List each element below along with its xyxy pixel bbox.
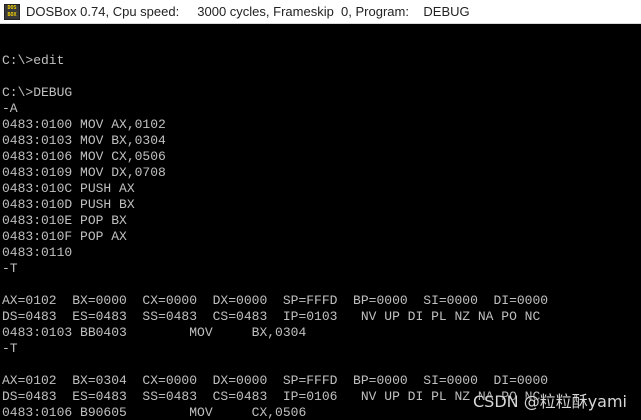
window-titlebar[interactable]: DOS BOX DOSBox 0.74, Cpu speed: 3000 cyc… [0, 0, 641, 24]
icon-text-bottom: BOX [7, 11, 17, 18]
console-line: -T [2, 261, 18, 276]
console-line: -T [2, 341, 18, 356]
console-line: 0483:0110 [2, 245, 73, 260]
window-title: DOSBox 0.74, Cpu speed: 3000 cycles, Fra… [26, 4, 470, 19]
console-line: 0483:0100 MOV AX,0102 [2, 117, 166, 132]
console-line: 0483:010C PUSH AX [2, 181, 135, 196]
console-line: 0483:010E POP BX [2, 213, 127, 228]
console-line: C:\>DEBUG [2, 85, 73, 100]
console-line: C:\>edit [2, 53, 65, 68]
dos-console[interactable]: C:\>edit C:\>DEBUG -A 0483:0100 MOV AX,0102… [2, 37, 632, 420]
watermark: CSDN @粒粒酥yami [472, 392, 627, 411]
console-line: 0483:0106 MOV CX,0506 [2, 149, 166, 164]
console-line: 0483:010D PUSH BX [2, 197, 135, 212]
console-line: AX=0102 BX=0304 CX=0000 DX=0000 SP=FFFD … [2, 373, 549, 388]
console-line: -A [2, 101, 18, 116]
console-line: 0483:0103 BB0403 MOV BX,0304 [2, 325, 307, 340]
console-line: 0483:010F POP AX [2, 229, 127, 244]
dosbox-icon: DOS BOX [4, 3, 20, 20]
console-line: 0483:0109 MOV DX,0708 [2, 165, 166, 180]
console-line: 0483:0103 MOV BX,0304 [2, 133, 166, 148]
console-line: AX=0102 BX=0000 CX=0000 DX=0000 SP=FFFD … [2, 293, 549, 308]
console-line: DS=0483 ES=0483 SS=0483 CS=0483 IP=0103 … [2, 309, 541, 324]
icon-text-top: DOS [7, 4, 17, 11]
